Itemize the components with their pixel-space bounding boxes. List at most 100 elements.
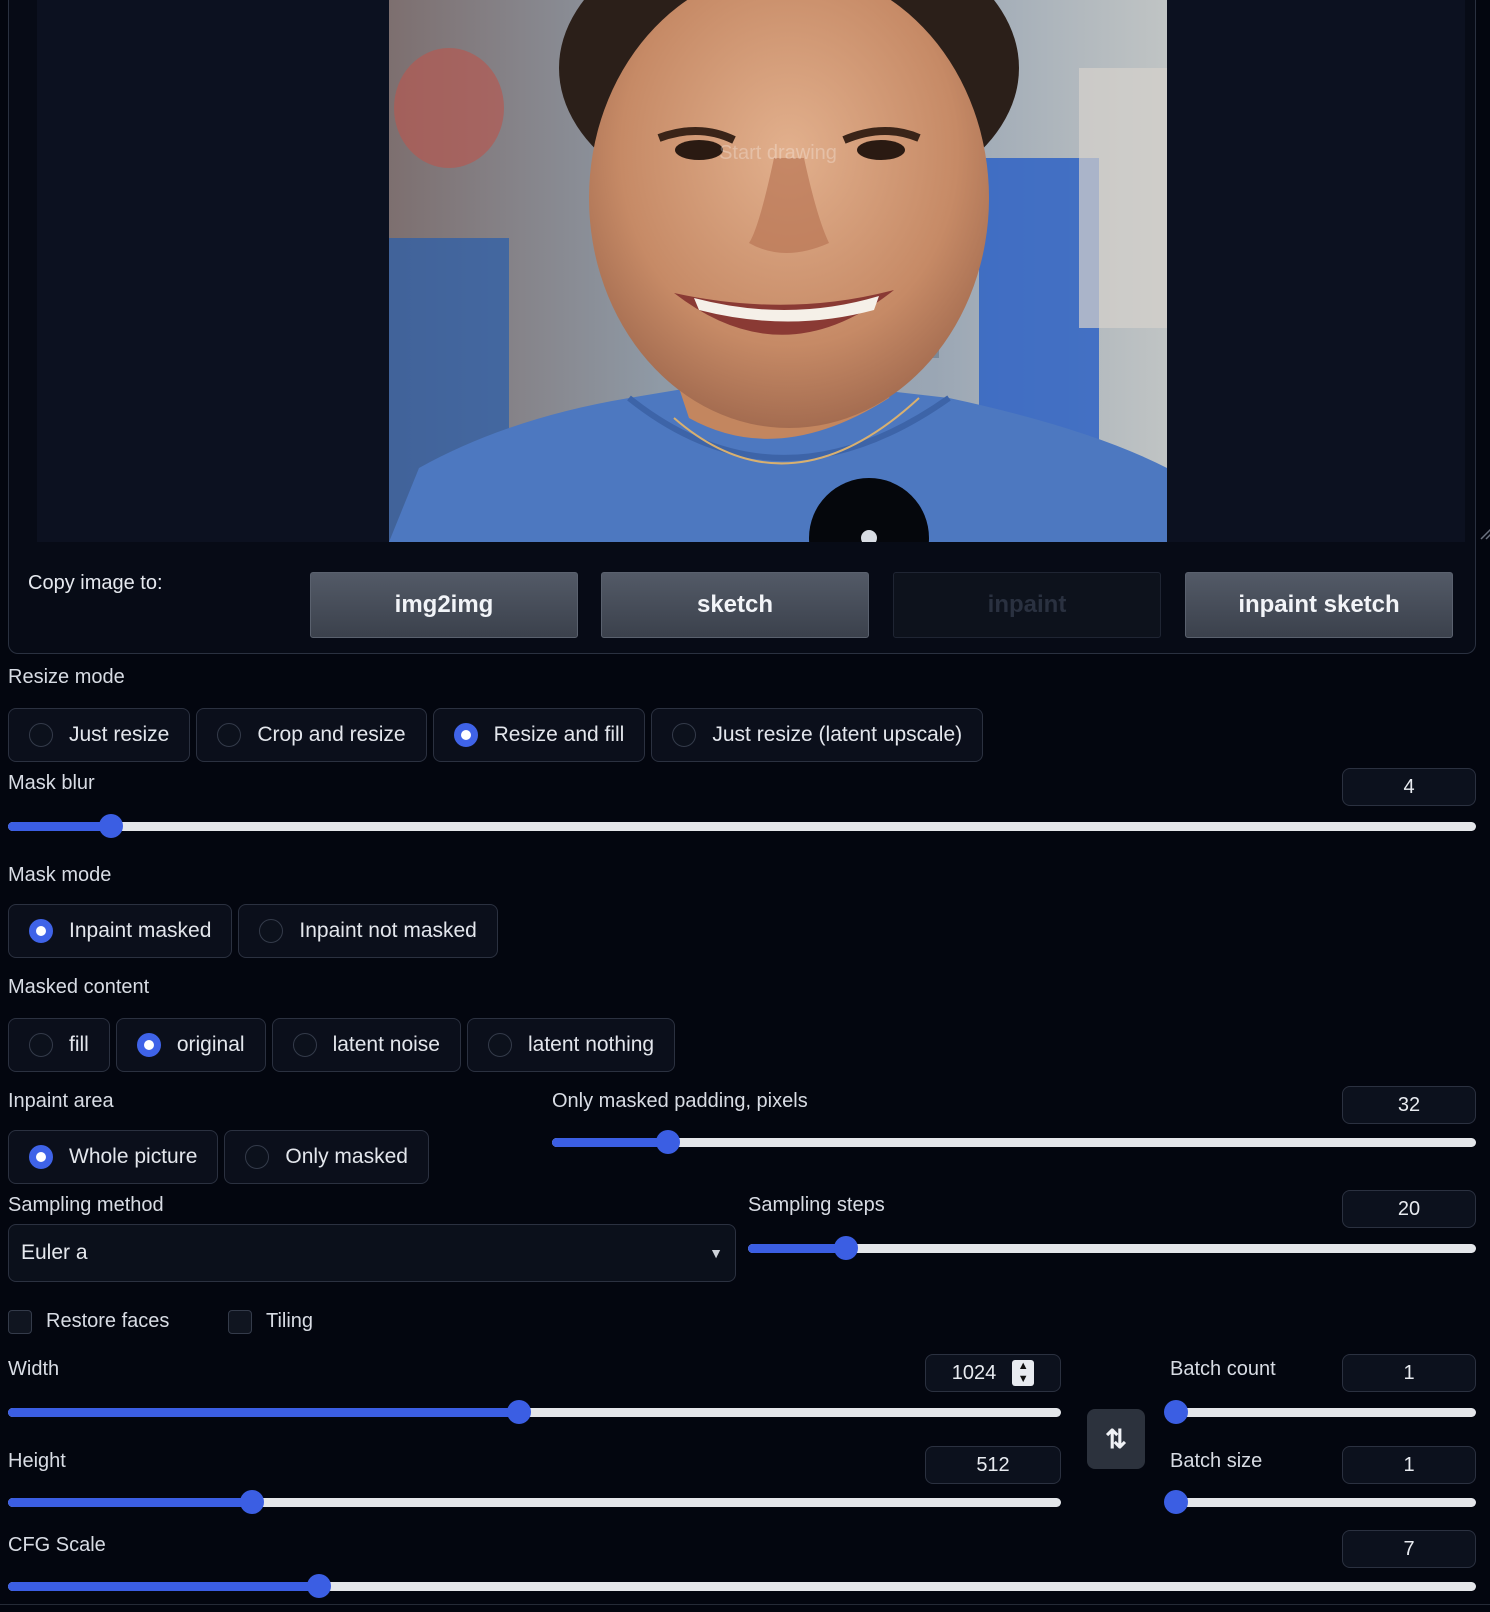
sampling-steps-input[interactable]: 20 — [1342, 1190, 1476, 1228]
width-label: Width — [8, 1358, 60, 1380]
mask-mode-label: Mask mode — [8, 864, 112, 886]
height-label: Height — [8, 1450, 66, 1472]
radio-label: Inpaint masked — [69, 919, 212, 942]
radio-label: latent nothing — [527, 1033, 655, 1056]
brush-center-dot — [861, 530, 877, 542]
slider-thumb[interactable] — [1164, 1400, 1189, 1424]
masked-content-fill[interactable]: fill — [8, 1018, 110, 1072]
resize-mode-just-resize[interactable]: Just resize — [8, 708, 191, 762]
sampling-steps-slider[interactable] — [748, 1234, 1476, 1262]
cfg-scale-slider[interactable] — [8, 1572, 1476, 1600]
uploaded-image[interactable]: Start drawing — [389, 0, 1167, 542]
resize-mode-label: Resize mode — [8, 666, 125, 688]
cfg-scale-input[interactable]: 7 — [1342, 1530, 1476, 1568]
slider-thumb[interactable] — [834, 1236, 859, 1260]
divider — [0, 1604, 1490, 1605]
radio-circle-icon — [217, 723, 242, 747]
slider-thumb[interactable] — [1164, 1490, 1189, 1514]
batch-size-slider[interactable] — [1164, 1488, 1476, 1516]
mask-blur-slider[interactable] — [8, 812, 1476, 840]
restore-faces-checkbox[interactable] — [8, 1310, 32, 1334]
radio-selected-icon — [136, 1033, 161, 1057]
resize-mode-crop-and-resize[interactable]: Crop and resize — [196, 708, 427, 762]
mask-mode-inpaint-masked[interactable]: Inpaint masked — [8, 904, 233, 958]
mask-mode-radio-group: Inpaint masked Inpaint not masked — [8, 904, 498, 958]
batch-count-slider[interactable] — [1164, 1398, 1476, 1426]
slider-fill — [748, 1244, 847, 1253]
radio-label: latent noise — [332, 1033, 440, 1056]
slider-thumb[interactable] — [307, 1574, 332, 1598]
inpaint-area-only-masked[interactable]: Only masked — [224, 1130, 429, 1184]
masked-content-label: Masked content — [8, 976, 150, 998]
height-slider[interactable] — [8, 1488, 1061, 1516]
radio-circle-icon — [259, 919, 284, 943]
chevron-down-icon: ▼ — [709, 1245, 723, 1261]
radio-label: Inpaint not masked — [299, 919, 477, 942]
slider-fill — [8, 1408, 519, 1417]
mask-blur-input[interactable]: 4 — [1342, 768, 1476, 806]
mask-blur-label: Mask blur — [8, 772, 95, 794]
swap-dimensions-button[interactable]: ⇅ — [1087, 1409, 1145, 1469]
radio-label: Just resize — [69, 723, 170, 746]
cfg-scale-label: CFG Scale — [8, 1534, 106, 1556]
batch-count-input[interactable]: 1 — [1342, 1354, 1476, 1392]
mask-mode-inpaint-not-masked[interactable]: Inpaint not masked — [238, 904, 498, 958]
radio-label: original — [176, 1033, 245, 1056]
sampling-method-label: Sampling method — [8, 1194, 164, 1216]
copy-image-to-label: Copy image to: — [28, 572, 163, 594]
masked-content-latent-noise[interactable]: latent noise — [271, 1018, 461, 1072]
copy-to-inpaint-sketch-button[interactable]: inpaint sketch — [1185, 572, 1453, 638]
masked-content-radio-group: fill original latent noise latent nothin… — [8, 1018, 676, 1072]
inpaint-area-radio-group: Whole picture Only masked — [8, 1130, 429, 1184]
radio-label: Crop and resize — [257, 723, 406, 746]
width-value: 1024 — [951, 1361, 997, 1384]
slider-fill — [8, 1582, 320, 1591]
inpaint-area-whole-picture[interactable]: Whole picture — [8, 1130, 219, 1184]
only-masked-padding-input[interactable]: 32 — [1342, 1086, 1476, 1124]
radio-selected-icon — [453, 723, 478, 747]
stepper-icon[interactable]: ▲ ▼ — [1012, 1360, 1035, 1386]
only-masked-padding-slider[interactable] — [552, 1128, 1476, 1156]
inpaint-canvas[interactable]: Start drawing — [37, 0, 1490, 542]
canvas-hint-text: Start drawing — [719, 142, 837, 164]
copy-to-inpaint-button: inpaint — [893, 572, 1161, 638]
radio-label: Just resize (latent upscale) — [712, 723, 963, 746]
restore-faces-label: Restore faces — [46, 1310, 170, 1332]
batch-count-label: Batch count — [1170, 1358, 1276, 1380]
slider-thumb[interactable] — [655, 1130, 680, 1154]
copy-to-sketch-button[interactable]: sketch — [601, 572, 869, 638]
resize-mode-resize-and-fill[interactable]: Resize and fill — [432, 708, 646, 762]
resize-handle-icon[interactable] — [1479, 526, 1490, 540]
masked-content-latent-nothing[interactable]: latent nothing — [466, 1018, 676, 1072]
resize-mode-radio-group: Just resize Crop and resize Resize and f… — [8, 708, 984, 762]
height-input[interactable]: 512 — [925, 1446, 1061, 1484]
inpaint-area-label: Inpaint area — [8, 1090, 114, 1112]
batch-size-label: Batch size — [1170, 1450, 1263, 1472]
sampling-steps-label: Sampling steps — [748, 1194, 885, 1216]
slider-thumb[interactable] — [98, 814, 123, 838]
tiling-checkbox[interactable] — [228, 1310, 252, 1334]
slider-fill — [8, 1498, 253, 1507]
radio-selected-icon — [29, 919, 53, 943]
only-masked-padding-label: Only masked padding, pixels — [552, 1090, 808, 1112]
slider-fill — [552, 1138, 668, 1147]
radio-selected-icon — [29, 1145, 53, 1169]
sampling-method-dropdown[interactable]: Euler a ▼ — [8, 1224, 736, 1282]
radio-label: Only masked — [285, 1145, 408, 1168]
width-slider[interactable] — [8, 1398, 1061, 1426]
batch-size-input[interactable]: 1 — [1342, 1446, 1476, 1484]
swap-vertical-icon: ⇅ — [1105, 1423, 1127, 1454]
width-input[interactable]: 1024 ▲ ▼ — [925, 1354, 1061, 1392]
radio-circle-icon — [487, 1033, 512, 1057]
radio-label: Whole picture — [69, 1145, 198, 1168]
slider-thumb[interactable] — [240, 1490, 265, 1514]
radio-circle-icon — [29, 723, 53, 747]
masked-content-original[interactable]: original — [115, 1018, 266, 1072]
slider-thumb[interactable] — [506, 1400, 531, 1424]
copy-to-img2img-button[interactable]: img2img — [310, 572, 578, 638]
radio-circle-icon — [29, 1033, 53, 1057]
radio-label: fill — [69, 1033, 89, 1056]
tiling-label: Tiling — [266, 1310, 314, 1332]
radio-circle-icon — [672, 723, 697, 747]
resize-mode-just-resize-latent[interactable]: Just resize (latent upscale) — [651, 708, 984, 762]
